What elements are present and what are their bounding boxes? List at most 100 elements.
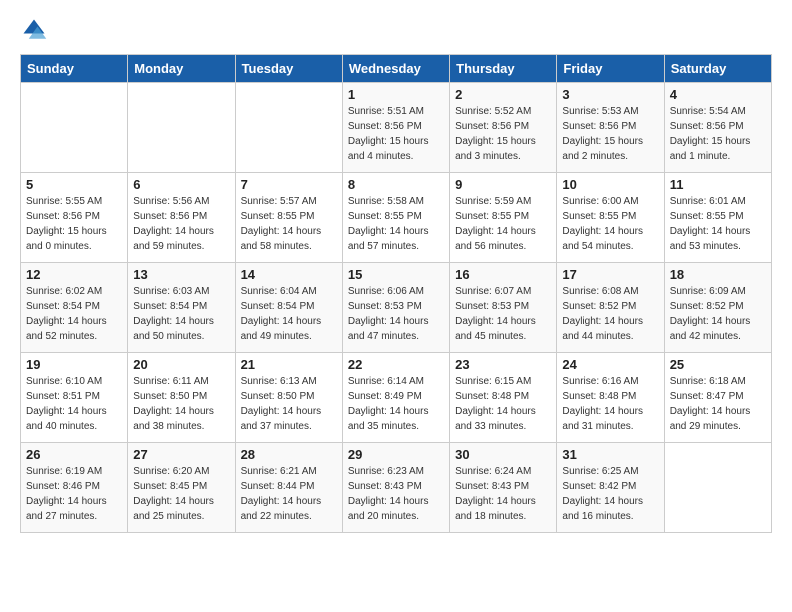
calendar-cell <box>235 83 342 173</box>
day-info: Sunrise: 5:57 AM Sunset: 8:55 PM Dayligh… <box>241 194 337 254</box>
calendar-cell <box>21 83 128 173</box>
calendar-cell: 24 Sunrise: 6:16 AM Sunset: 8:48 PM Dayli… <box>557 353 664 443</box>
day-info: Sunrise: 6:07 AM Sunset: 8:53 PM Dayligh… <box>455 284 551 344</box>
calendar-cell: 2Sunrise: 5:52 AM Sunset: 8:56 PM Daylig… <box>450 83 557 173</box>
week-row-3: 12Sunrise: 6:02 AM Sunset: 8:54 PM Dayli… <box>21 263 772 353</box>
day-number: 14 <box>241 267 337 282</box>
day-info: Sunrise: 5:58 AM Sunset: 8:55 PM Dayligh… <box>348 194 444 254</box>
calendar-cell: 14 Sunrise: 6:04 AM Sunset: 8:54 PM Dayli… <box>235 263 342 353</box>
calendar-cell <box>128 83 235 173</box>
day-info: Sunrise: 6:10 AM Sunset: 8:51 PM Dayligh… <box>26 374 122 434</box>
day-number: 4 <box>670 87 766 102</box>
day-info: Sunrise: 6:01 AM Sunset: 8:55 PM Dayligh… <box>670 194 766 254</box>
calendar-cell: 31 Sunrise: 6:25 AM Sunset: 8:42 PM Dayli… <box>557 443 664 533</box>
day-number: 3 <box>562 87 658 102</box>
calendar-cell: 12Sunrise: 6:02 AM Sunset: 8:54 PM Dayli… <box>21 263 128 353</box>
day-info: Sunrise: 6:19 AM Sunset: 8:46 PM Dayligh… <box>26 464 122 524</box>
day-info: Sunrise: 5:54 AM Sunset: 8:56 PM Dayligh… <box>670 104 766 164</box>
day-number: 19 <box>26 357 122 372</box>
calendar-cell: 9Sunrise: 5:59 AM Sunset: 8:55 PM Daylig… <box>450 173 557 263</box>
page: SundayMondayTuesdayWednesdayThursdayFrid… <box>0 0 792 549</box>
calendar-cell: 17 Sunrise: 6:08 AM Sunset: 8:52 PM Dayli… <box>557 263 664 353</box>
day-number: 10 <box>562 177 658 192</box>
day-number: 20 <box>133 357 229 372</box>
day-info: Sunrise: 5:56 AM Sunset: 8:56 PM Dayligh… <box>133 194 229 254</box>
calendar-table: SundayMondayTuesdayWednesdayThursdayFrid… <box>20 54 772 533</box>
calendar-cell: 8Sunrise: 5:58 AM Sunset: 8:55 PM Daylig… <box>342 173 449 263</box>
day-number: 11 <box>670 177 766 192</box>
calendar-cell: 27 Sunrise: 6:20 AM Sunset: 8:45 PM Dayli… <box>128 443 235 533</box>
calendar-cell: 21 Sunrise: 6:13 AM Sunset: 8:50 PM Dayli… <box>235 353 342 443</box>
day-info: Sunrise: 6:00 AM Sunset: 8:55 PM Dayligh… <box>562 194 658 254</box>
col-header-friday: Friday <box>557 55 664 83</box>
calendar-cell: 28 Sunrise: 6:21 AM Sunset: 8:44 PM Dayli… <box>235 443 342 533</box>
header-row: SundayMondayTuesdayWednesdayThursdayFrid… <box>21 55 772 83</box>
day-info: Sunrise: 6:21 AM Sunset: 8:44 PM Dayligh… <box>241 464 337 524</box>
day-number: 17 <box>562 267 658 282</box>
col-header-thursday: Thursday <box>450 55 557 83</box>
day-info: Sunrise: 5:53 AM Sunset: 8:56 PM Dayligh… <box>562 104 658 164</box>
calendar-cell: 16 Sunrise: 6:07 AM Sunset: 8:53 PM Dayli… <box>450 263 557 353</box>
day-number: 18 <box>670 267 766 282</box>
calendar-cell: 19 Sunrise: 6:10 AM Sunset: 8:51 PM Dayli… <box>21 353 128 443</box>
header <box>20 16 772 44</box>
day-info: Sunrise: 6:15 AM Sunset: 8:48 PM Dayligh… <box>455 374 551 434</box>
logo-icon <box>20 16 48 44</box>
col-header-saturday: Saturday <box>664 55 771 83</box>
day-number: 15 <box>348 267 444 282</box>
day-number: 31 <box>562 447 658 462</box>
calendar-cell <box>664 443 771 533</box>
calendar-cell: 29 Sunrise: 6:23 AM Sunset: 8:43 PM Dayli… <box>342 443 449 533</box>
calendar-cell: 30 Sunrise: 6:24 AM Sunset: 8:43 PM Dayli… <box>450 443 557 533</box>
day-number: 13 <box>133 267 229 282</box>
day-info: Sunrise: 6:13 AM Sunset: 8:50 PM Dayligh… <box>241 374 337 434</box>
day-number: 27 <box>133 447 229 462</box>
calendar-cell: 1Sunrise: 5:51 AM Sunset: 8:56 PM Daylig… <box>342 83 449 173</box>
day-number: 1 <box>348 87 444 102</box>
day-info: Sunrise: 6:24 AM Sunset: 8:43 PM Dayligh… <box>455 464 551 524</box>
day-info: Sunrise: 6:11 AM Sunset: 8:50 PM Dayligh… <box>133 374 229 434</box>
week-row-2: 5Sunrise: 5:55 AM Sunset: 8:56 PM Daylig… <box>21 173 772 263</box>
day-number: 29 <box>348 447 444 462</box>
day-info: Sunrise: 6:03 AM Sunset: 8:54 PM Dayligh… <box>133 284 229 344</box>
day-info: Sunrise: 6:16 AM Sunset: 8:48 PM Dayligh… <box>562 374 658 434</box>
day-info: Sunrise: 6:18 AM Sunset: 8:47 PM Dayligh… <box>670 374 766 434</box>
day-number: 30 <box>455 447 551 462</box>
week-row-1: 1Sunrise: 5:51 AM Sunset: 8:56 PM Daylig… <box>21 83 772 173</box>
day-info: Sunrise: 6:23 AM Sunset: 8:43 PM Dayligh… <box>348 464 444 524</box>
calendar-cell: 10 Sunrise: 6:00 AM Sunset: 8:55 PM Dayli… <box>557 173 664 263</box>
day-number: 28 <box>241 447 337 462</box>
day-number: 12 <box>26 267 122 282</box>
day-number: 23 <box>455 357 551 372</box>
day-number: 6 <box>133 177 229 192</box>
calendar-cell: 11 Sunrise: 6:01 AM Sunset: 8:55 PM Dayli… <box>664 173 771 263</box>
day-number: 2 <box>455 87 551 102</box>
calendar-cell: 15 Sunrise: 6:06 AM Sunset: 8:53 PM Dayli… <box>342 263 449 353</box>
calendar-cell: 7 Sunrise: 5:57 AM Sunset: 8:55 PM Daylig… <box>235 173 342 263</box>
day-info: Sunrise: 6:14 AM Sunset: 8:49 PM Dayligh… <box>348 374 444 434</box>
day-info: Sunrise: 6:20 AM Sunset: 8:45 PM Dayligh… <box>133 464 229 524</box>
logo <box>20 16 52 44</box>
day-info: Sunrise: 6:04 AM Sunset: 8:54 PM Dayligh… <box>241 284 337 344</box>
day-number: 7 <box>241 177 337 192</box>
day-info: Sunrise: 6:06 AM Sunset: 8:53 PM Dayligh… <box>348 284 444 344</box>
day-info: Sunrise: 5:59 AM Sunset: 8:55 PM Dayligh… <box>455 194 551 254</box>
day-number: 26 <box>26 447 122 462</box>
day-number: 24 <box>562 357 658 372</box>
day-info: Sunrise: 6:25 AM Sunset: 8:42 PM Dayligh… <box>562 464 658 524</box>
day-info: Sunrise: 6:08 AM Sunset: 8:52 PM Dayligh… <box>562 284 658 344</box>
week-row-5: 26 Sunrise: 6:19 AM Sunset: 8:46 PM Dayli… <box>21 443 772 533</box>
day-info: Sunrise: 5:55 AM Sunset: 8:56 PM Dayligh… <box>26 194 122 254</box>
week-row-4: 19 Sunrise: 6:10 AM Sunset: 8:51 PM Dayli… <box>21 353 772 443</box>
calendar-cell: 6 Sunrise: 5:56 AM Sunset: 8:56 PM Daylig… <box>128 173 235 263</box>
day-number: 16 <box>455 267 551 282</box>
day-info: Sunrise: 6:09 AM Sunset: 8:52 PM Dayligh… <box>670 284 766 344</box>
calendar-cell: 5Sunrise: 5:55 AM Sunset: 8:56 PM Daylig… <box>21 173 128 263</box>
calendar-cell: 22Sunrise: 6:14 AM Sunset: 8:49 PM Dayli… <box>342 353 449 443</box>
day-number: 21 <box>241 357 337 372</box>
calendar-cell: 4 Sunrise: 5:54 AM Sunset: 8:56 PM Daylig… <box>664 83 771 173</box>
col-header-wednesday: Wednesday <box>342 55 449 83</box>
calendar-cell: 20 Sunrise: 6:11 AM Sunset: 8:50 PM Dayli… <box>128 353 235 443</box>
col-header-monday: Monday <box>128 55 235 83</box>
calendar-cell: 23 Sunrise: 6:15 AM Sunset: 8:48 PM Dayli… <box>450 353 557 443</box>
